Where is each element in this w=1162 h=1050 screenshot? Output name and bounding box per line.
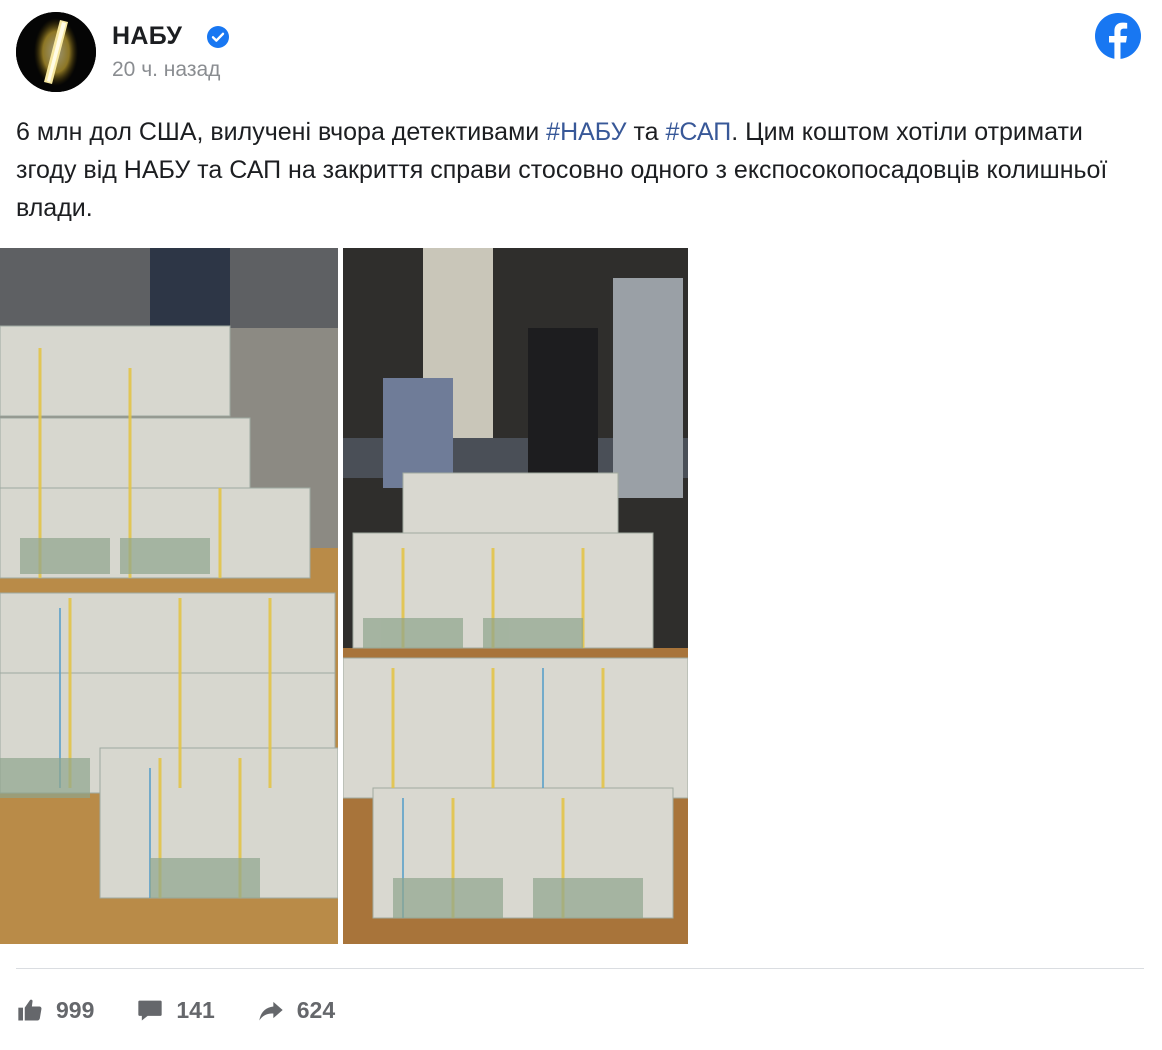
post-timestamp[interactable]: 20 ч. назад bbox=[112, 58, 220, 82]
comment-icon bbox=[138, 1000, 163, 1021]
engagement-bar: 999 141 624 bbox=[16, 990, 377, 1030]
post-photo-right[interactable] bbox=[343, 248, 688, 944]
avatar-logo-icon bbox=[16, 12, 96, 92]
post-text-part: та bbox=[626, 118, 666, 146]
divider bbox=[16, 968, 1144, 969]
page-name[interactable]: НАБУ bbox=[112, 22, 182, 51]
page-avatar[interactable] bbox=[16, 12, 96, 92]
share-count: 624 bbox=[296, 996, 336, 1023]
post-photo-left[interactable] bbox=[0, 248, 338, 944]
share-icon bbox=[259, 1001, 283, 1021]
post-text: 6 млн дол США, вилучені вчора детективам… bbox=[16, 113, 1126, 227]
cash-photo-image bbox=[343, 248, 688, 944]
like-button[interactable]: 999 bbox=[16, 996, 94, 1024]
hashtag-link[interactable]: #НАБУ bbox=[546, 118, 626, 146]
hashtag-link[interactable]: #САП bbox=[666, 118, 732, 146]
post-text-part: 6 млн дол США, вилучені вчора детективам… bbox=[16, 118, 547, 146]
comment-count: 141 bbox=[176, 996, 215, 1023]
photo-grid bbox=[0, 248, 688, 944]
facebook-logo-icon[interactable] bbox=[1094, 12, 1142, 60]
like-icon bbox=[18, 999, 42, 1021]
cash-photo-image bbox=[0, 248, 338, 944]
share-button[interactable]: 624 bbox=[257, 996, 335, 1024]
verified-badge-icon bbox=[207, 26, 229, 48]
post-header: НАБУ 20 ч. назад bbox=[16, 12, 1146, 94]
comment-button[interactable]: 141 bbox=[136, 996, 215, 1024]
like-count: 999 bbox=[56, 996, 95, 1023]
